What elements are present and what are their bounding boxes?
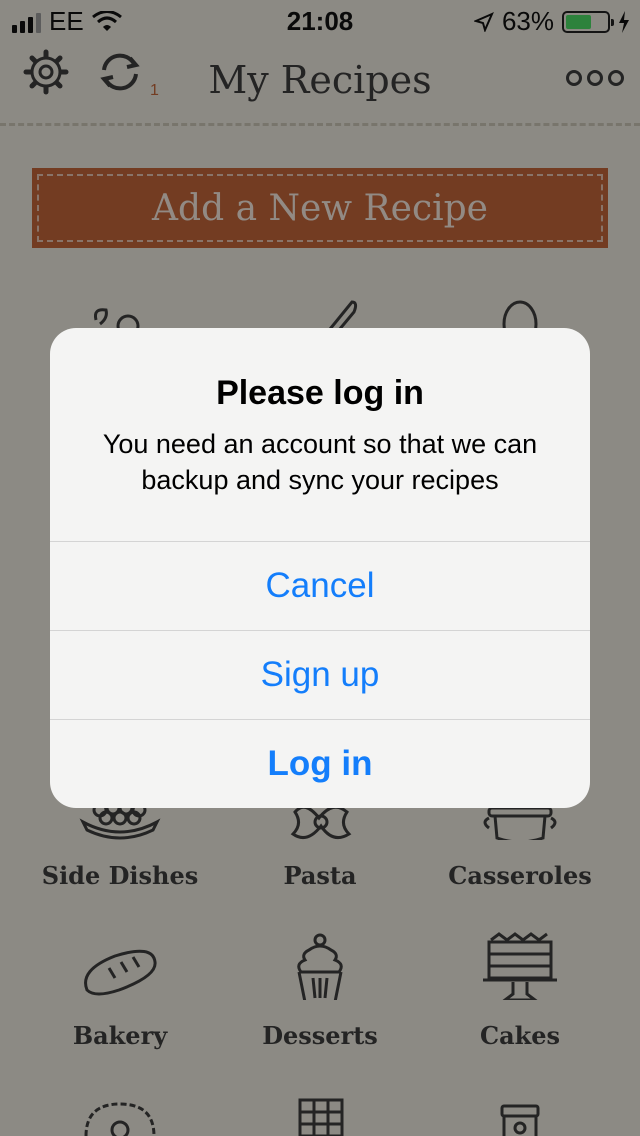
alert-title: Please log in — [216, 374, 424, 412]
cancel-button[interactable]: Cancel — [50, 541, 590, 630]
log-in-button[interactable]: Log in — [50, 719, 590, 808]
sign-up-button[interactable]: Sign up — [50, 630, 590, 719]
app-screen: EE 21:08 63% 1 My Recipes Add a New Reci… — [0, 0, 640, 1136]
login-alert-dialog: Please log in You need an account so tha… — [50, 328, 590, 808]
alert-message: You need an account so that we can backu… — [102, 429, 538, 495]
